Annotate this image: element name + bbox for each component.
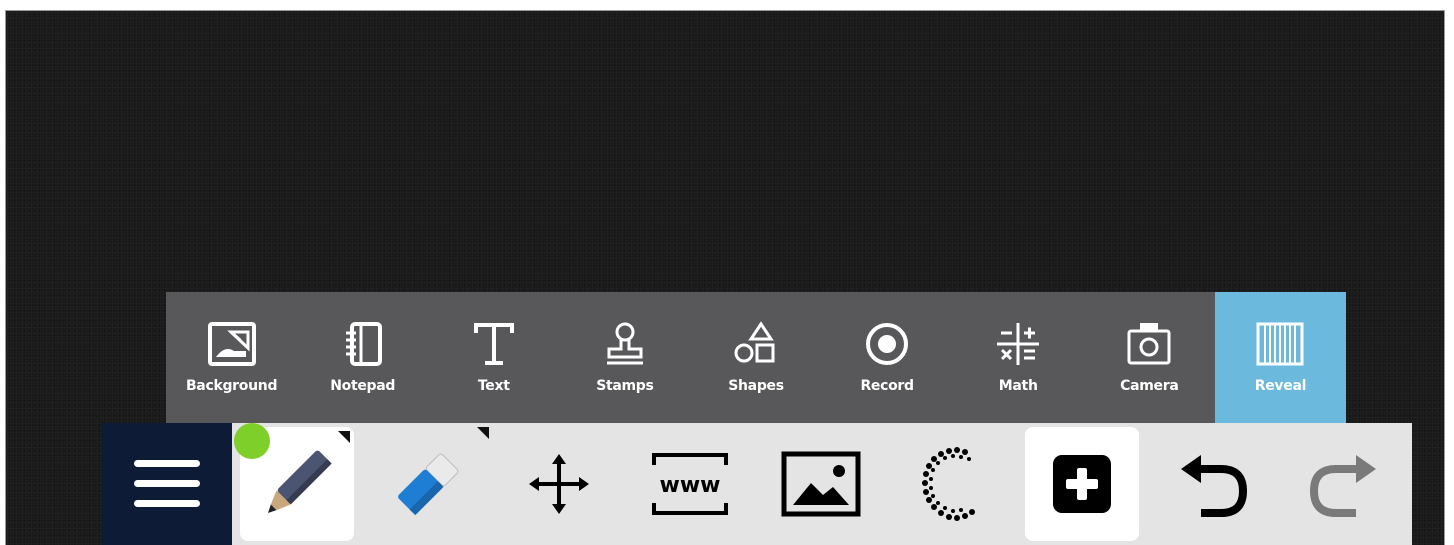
- tools-panel: Background Notepad Text Stamps Shapes Re…: [166, 292, 1346, 423]
- spinner-icon: [921, 447, 975, 521]
- www-icon: www: [651, 453, 728, 515]
- tool-notepad-label: Notepad: [330, 378, 396, 394]
- eraser-icon: [397, 453, 458, 516]
- tool-math-label: Math: [998, 378, 1038, 394]
- tool-stamps-label: Stamps: [596, 378, 654, 394]
- stamp-icon: [603, 316, 647, 372]
- background-image-icon: [207, 316, 257, 372]
- image-icon: [781, 451, 860, 517]
- tool-text[interactable]: Text: [428, 292, 559, 423]
- camera-icon: [1125, 316, 1173, 372]
- add-button[interactable]: [1025, 427, 1139, 541]
- redo-button[interactable]: [1278, 423, 1409, 545]
- math-icon: [995, 316, 1041, 372]
- pen-tool-button[interactable]: [234, 423, 354, 541]
- add-icon: [1053, 455, 1111, 513]
- tool-shapes[interactable]: Shapes: [690, 292, 821, 423]
- tool-notepad[interactable]: Notepad: [297, 292, 428, 423]
- tool-text-label: Text: [477, 378, 510, 394]
- tool-shapes-label: Shapes: [728, 378, 784, 394]
- tool-background[interactable]: Background: [166, 292, 297, 423]
- www-text: www: [659, 473, 720, 498]
- tool-reveal-label: Reveal: [1254, 378, 1307, 394]
- loading-spinner: [886, 423, 1017, 545]
- image-tool-button[interactable]: [755, 423, 886, 545]
- tool-camera-label: Camera: [1120, 378, 1179, 394]
- pen-options-triangle[interactable]: [338, 431, 350, 443]
- text-icon: [472, 316, 516, 372]
- website-tool-button[interactable]: www: [624, 423, 755, 545]
- eraser-options-triangle[interactable]: [477, 427, 489, 439]
- undo-button[interactable]: [1147, 423, 1278, 545]
- tool-background-label: Background: [185, 378, 278, 394]
- reveal-curtain-icon: [1255, 316, 1305, 372]
- record-icon: [864, 316, 910, 372]
- hamburger-menu-icon: [133, 460, 200, 507]
- tool-camera[interactable]: Camera: [1084, 292, 1215, 423]
- tool-math[interactable]: Math: [953, 292, 1084, 423]
- move-tool-button[interactable]: [493, 423, 624, 545]
- pen-color-indicator[interactable]: [234, 423, 270, 459]
- eraser-tool-button[interactable]: [362, 423, 493, 545]
- tool-stamps[interactable]: Stamps: [559, 292, 690, 423]
- redo-icon: [1309, 455, 1376, 517]
- tool-record[interactable]: Record: [822, 292, 953, 423]
- move-arrows-icon: [528, 454, 589, 514]
- undo-icon: [1180, 455, 1247, 517]
- shapes-icon: [733, 316, 779, 372]
- tool-record-label: Record: [860, 378, 914, 394]
- main-toolbar: www: [101, 423, 1412, 545]
- notepad-icon: [343, 316, 383, 372]
- tool-reveal[interactable]: Reveal: [1214, 292, 1346, 423]
- menu-button[interactable]: [101, 423, 232, 545]
